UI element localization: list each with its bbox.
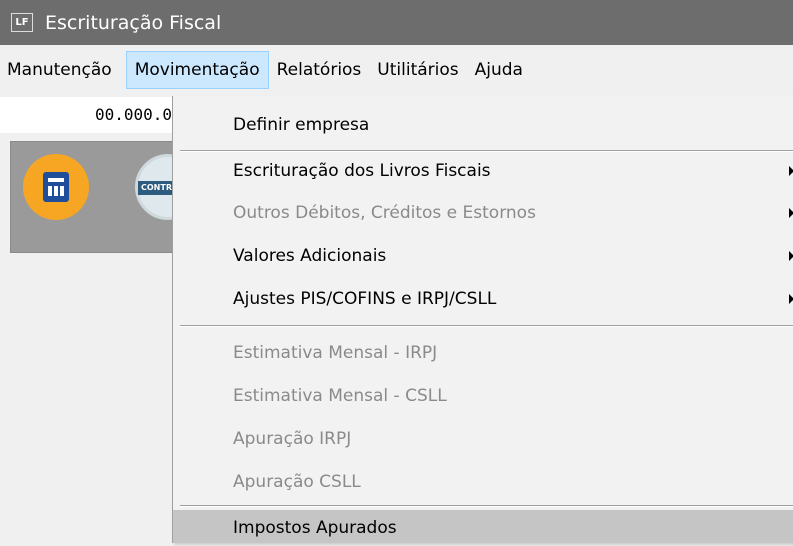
- menu-item-label: Estimativa Mensal - IRPJ: [233, 343, 438, 363]
- contributor-icon[interactable]: CONTRI: [135, 154, 173, 220]
- menu-item-label: Ajustes PIS/COFINS e IRPJ/CSLL: [233, 289, 497, 309]
- building-icon[interactable]: [23, 154, 89, 220]
- submenu-arrow-icon: [789, 294, 793, 304]
- menu-item-valores-adicionais[interactable]: Valores Adicionais: [173, 237, 793, 275]
- menu-item-label: Estimativa Mensal - CSLL: [233, 386, 447, 406]
- menu-manutencao[interactable]: Manutenção: [0, 51, 120, 89]
- menu-relatorios[interactable]: Relatórios: [269, 51, 370, 89]
- menu-item-estimativa-csll: Estimativa Mensal - CSLL: [173, 377, 793, 415]
- menu-item-label: Outros Débitos, Créditos e Estornos: [233, 203, 536, 223]
- contributor-icon-label: CONTRI: [138, 181, 173, 195]
- menu-separator: [180, 325, 793, 327]
- menu-item-impostos-apurados[interactable]: Impostos Apurados: [173, 510, 793, 543]
- building-glyph: [43, 172, 69, 202]
- submenu-arrow-icon: [789, 208, 793, 218]
- submenu-arrow-icon: [789, 251, 793, 261]
- menu-item-label: Apuração CSLL: [233, 472, 361, 492]
- submenu-arrow-icon: [789, 166, 793, 176]
- toolbar: CONTRI: [10, 141, 174, 253]
- menu-item-apuracao-irpj: Apuração IRPJ: [173, 420, 793, 458]
- menu-item-outros-debitos: Outros Débitos, Créditos e Estornos: [173, 194, 793, 232]
- menu-item-apuracao-csll: Apuração CSLL: [173, 463, 793, 501]
- menu-bar: Manutenção Movimentação Relatórios Utili…: [0, 45, 793, 94]
- menu-ajuda[interactable]: Ajuda: [467, 51, 531, 89]
- company-id-field[interactable]: 00.000.0: [0, 97, 172, 133]
- window-title: Escrituração Fiscal: [45, 11, 222, 34]
- menu-utilitarios[interactable]: Utilitários: [369, 51, 466, 89]
- title-bar: LF Escrituração Fiscal: [0, 0, 793, 45]
- menu-item-label: Definir empresa: [233, 115, 370, 135]
- menu-item-ajustes-pis-cofins[interactable]: Ajustes PIS/COFINS e IRPJ/CSLL: [173, 280, 793, 318]
- menu-item-estimativa-irpj: Estimativa Mensal - IRPJ: [173, 334, 793, 372]
- menu-item-definir-empresa[interactable]: Definir empresa: [173, 106, 793, 144]
- menu-movimentacao[interactable]: Movimentação: [125, 50, 269, 89]
- app-logo-icon: LF: [11, 13, 33, 32]
- menu-item-label: Impostos Apurados: [233, 518, 397, 538]
- menu-item-label: Valores Adicionais: [233, 246, 387, 266]
- menu-separator: [180, 505, 793, 507]
- movimentacao-dropdown: Definir empresa Escrituração dos Livros …: [172, 96, 793, 543]
- menu-item-escrituracao-livros[interactable]: Escrituração dos Livros Fiscais: [173, 152, 793, 190]
- company-id-value: 00.000.0: [94, 105, 172, 124]
- menu-item-label: Escrituração dos Livros Fiscais: [233, 161, 491, 181]
- menu-item-label: Apuração IRPJ: [233, 429, 352, 449]
